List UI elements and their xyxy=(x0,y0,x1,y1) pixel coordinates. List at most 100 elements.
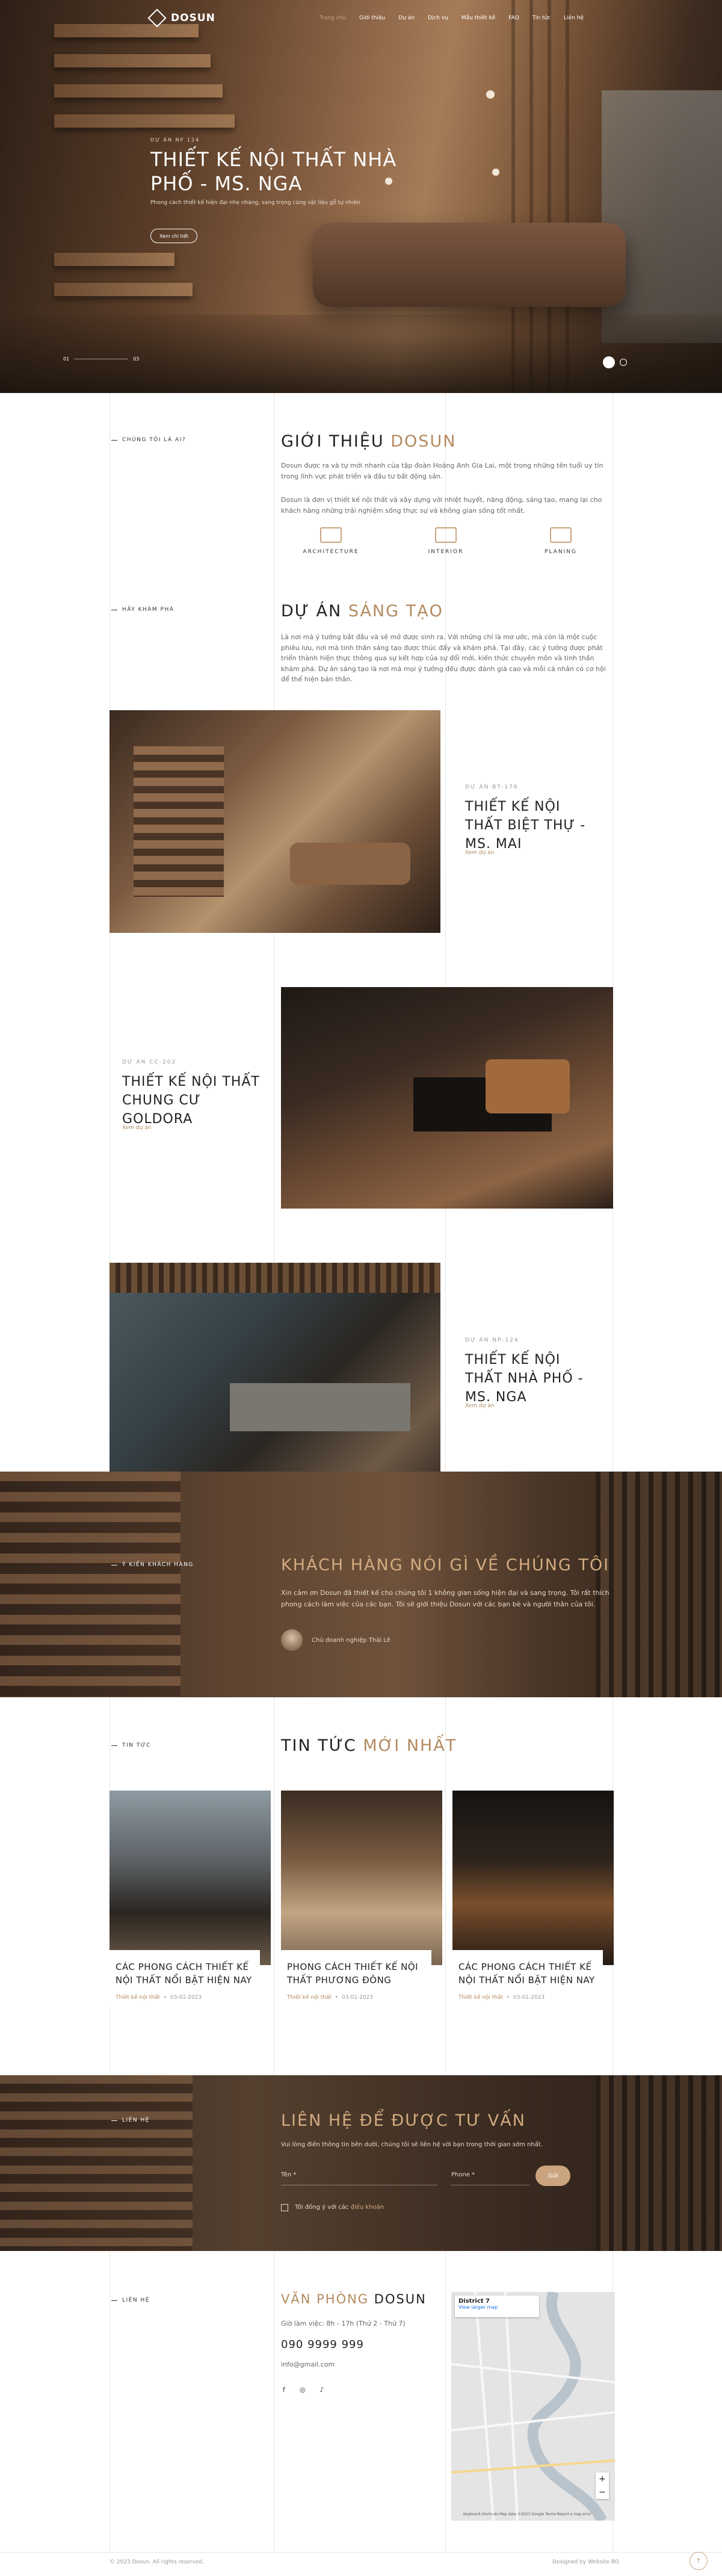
name-field-label: Tên * xyxy=(281,2172,297,2178)
news-title[interactable]: CÁC PHONG CÁCH THIẾT KẾ NỘI THẤT NỔI BẬT… xyxy=(116,1961,254,1987)
menu-item-designs[interactable]: Mẫu thiết kế xyxy=(461,15,495,21)
office-email[interactable]: info@gmail.com xyxy=(281,2359,335,2370)
news-meta: Thiết kế nội thất • 03-01-2023 xyxy=(458,1994,545,2001)
project-image[interactable] xyxy=(110,710,440,933)
news-card[interactable]: PHONG CÁCH THIẾT KẾ NỘI THẤT PHƯƠNG ĐÔNG… xyxy=(281,1791,442,2007)
designer-credit[interactable]: Designed by Website BG xyxy=(552,2559,619,2565)
news-image xyxy=(452,1791,614,1965)
testimonial-quote: Xin cảm ơn Dosun đã thiết kế cho chúng t… xyxy=(281,1589,609,1608)
map-zoom-controls[interactable]: + − xyxy=(596,2472,609,2499)
news-title-a: TIN TỨC xyxy=(281,1736,357,1755)
consent-checkbox[interactable] xyxy=(281,2204,288,2211)
map-graphic xyxy=(451,2292,615,2521)
menu-item-about[interactable]: Giới thiệu xyxy=(359,15,385,21)
news-card[interactable]: CÁC PHONG CÁCH THIẾT KẾ NỘI THẤT NỔI BẬT… xyxy=(452,1791,614,2007)
office-title: VĂN PHÒNG DOSUN xyxy=(281,2292,427,2306)
brand-name: DOSUN xyxy=(171,12,215,24)
menu-item-contact[interactable]: Liên hệ xyxy=(564,15,584,21)
news-title[interactable]: CÁC PHONG CÁCH THIẾT KẾ NỘI THẤT NỔI BẬT… xyxy=(458,1961,597,1987)
slider-dot-active[interactable] xyxy=(603,356,615,368)
feature-planing: PLANING xyxy=(528,527,594,555)
map-title: District 7 xyxy=(458,2298,490,2305)
menu-item-faq[interactable]: FAQ xyxy=(508,15,519,21)
slide-current: 01 xyxy=(63,356,70,362)
news-card[interactable]: CÁC PHONG CÁCH THIẾT KẾ NỘI THẤT NỔI BẬT… xyxy=(110,1791,271,2007)
label-line xyxy=(111,2300,117,2301)
news-title-b: MỚI NHẤT xyxy=(363,1736,457,1755)
terms-link[interactable]: điều khoản xyxy=(351,2204,384,2211)
back-to-top-icon[interactable]: ↑ xyxy=(690,2552,708,2570)
map-larger-link[interactable]: View larger map xyxy=(458,2305,535,2310)
news-category[interactable]: Thiết kế nội thất xyxy=(116,1995,160,2001)
news-body: CÁC PHONG CÁCH THIẾT KẾ NỘI THẤT NỔI BẬT… xyxy=(110,1950,260,2007)
project-image[interactable] xyxy=(281,987,613,1209)
guide-line xyxy=(612,393,613,1470)
client-avatar xyxy=(281,1629,303,1651)
news-body: PHONG CÁCH THIẾT KẾ NỘI THẤT PHƯƠNG ĐÔNG… xyxy=(281,1950,431,2007)
main-menu: Trang chủ Giới thiệu Dự án Dịch vụ Mẫu t… xyxy=(319,15,584,21)
office-label: LIÊN HỆ xyxy=(111,2297,150,2303)
testimonial-title: KHÁCH HÀNG NÓI GÌ VỀ CHÚNG TÔI xyxy=(281,1556,610,1574)
project-image[interactable] xyxy=(110,1263,440,1484)
menu-item-home[interactable]: Trang chủ xyxy=(319,15,346,21)
hero-window xyxy=(602,90,722,343)
project-code: DỰ ÁN BT-176 xyxy=(465,784,519,790)
menu-item-projects[interactable]: Dự án xyxy=(398,15,415,21)
consent-text: Tôi đồng ý với các điều khoản xyxy=(295,2204,384,2211)
hero-stair xyxy=(54,114,235,128)
hero-stair xyxy=(54,54,211,67)
news-label-text: TIN TỨC xyxy=(122,1742,151,1748)
news-title[interactable]: PHONG CÁCH THIẾT KẾ NỘI THẤT PHƯƠNG ĐÔNG xyxy=(287,1961,425,1987)
news-meta: Thiết kế nội thất • 03-01-2023 xyxy=(287,1994,374,2001)
architecture-icon xyxy=(320,527,342,543)
project-link[interactable]: Xem dự án xyxy=(122,1125,151,1131)
news-category[interactable]: Thiết kế nội thất xyxy=(287,1995,332,2001)
contact-label-text: LIÊN HỆ xyxy=(122,2117,150,2123)
label-line xyxy=(111,2120,117,2121)
about-title-a: GIỚI THIỆU xyxy=(281,432,384,451)
image-counter xyxy=(230,1383,410,1431)
top-navigation: DOSUN Trang chủ Giới thiệu Dự án Dịch vụ… xyxy=(147,8,584,28)
slider-dot[interactable] xyxy=(620,359,627,366)
menu-item-services[interactable]: Dịch vụ xyxy=(428,15,448,21)
project-title[interactable]: THIẾT KẾ NỘI THẤT NHÀ PHỐ - MS. NGA xyxy=(465,1351,597,1407)
office-hours: Giờ làm việc: 8h - 17h (Thứ 2 - Thứ 7) xyxy=(281,2320,406,2327)
instagram-icon[interactable]: ◎ xyxy=(300,2386,306,2394)
testimonial-label: Ý KIẾN KHÁCH HÀNG xyxy=(111,1562,194,1568)
news-image xyxy=(281,1791,442,1965)
project-code: DỰ ÁN NP-124 xyxy=(465,1337,519,1343)
client-name: Chủ doanh nghiệp Thái Lê xyxy=(312,1637,390,1644)
contact-title: LIÊN HỆ ĐỂ ĐƯỢC TƯ VẤN xyxy=(281,2111,526,2130)
brand-logo[interactable]: DOSUN xyxy=(147,8,215,28)
contact-stairs xyxy=(0,2075,193,2251)
tiktok-icon[interactable]: ♪ xyxy=(319,2386,324,2394)
facebook-icon[interactable]: f xyxy=(283,2386,285,2394)
project-link[interactable]: Xem dự án xyxy=(465,850,494,856)
news-category[interactable]: Thiết kế nội thất xyxy=(458,1995,503,2001)
guide-line xyxy=(445,2251,446,2552)
hero-detail-button[interactable]: Xem chi tiết xyxy=(150,229,197,243)
feature-label: ARCHITECTURE xyxy=(303,549,359,555)
submit-button[interactable]: Gửi xyxy=(535,2166,570,2186)
zoom-out-icon[interactable]: − xyxy=(596,2486,609,2499)
about-title: GIỚI THIỆU DOSUN xyxy=(281,432,456,451)
project-code: DỰ ÁN CC-202 xyxy=(122,1059,177,1065)
zoom-in-icon[interactable]: + xyxy=(596,2472,609,2486)
about-label: CHÚNG TÔI LÀ AI? xyxy=(111,437,186,443)
project-link[interactable]: Xem dự án xyxy=(465,1403,494,1409)
map-info-card: District 7 View larger map xyxy=(455,2296,539,2317)
hero-stair xyxy=(54,24,199,37)
project-title[interactable]: THIẾT KẾ NỘI THẤT CHUNG CƯ GOLDORA xyxy=(122,1073,267,1129)
hero-stair xyxy=(54,84,223,98)
news-date: 03-01-2023 xyxy=(513,1994,545,2001)
office-phone[interactable]: 090 9999 999 xyxy=(281,2338,364,2351)
interior-icon xyxy=(435,527,457,543)
office-map[interactable]: District 7 View larger map + − Keyboard … xyxy=(451,2292,615,2521)
project-title[interactable]: THIẾT KẾ NỘI THẤT BIỆT THỰ - MS. MAI xyxy=(465,798,597,853)
image-chair xyxy=(486,1059,570,1113)
projects-title-b: SÁNG TẠO xyxy=(348,602,443,621)
image-ceiling xyxy=(110,1263,440,1293)
footer-divider xyxy=(0,2552,722,2553)
testimonial-section: Ý KIẾN KHÁCH HÀNG KHÁCH HÀNG NÓI GÌ VỀ C… xyxy=(0,1472,722,1697)
menu-item-news[interactable]: Tin tức xyxy=(532,15,551,21)
